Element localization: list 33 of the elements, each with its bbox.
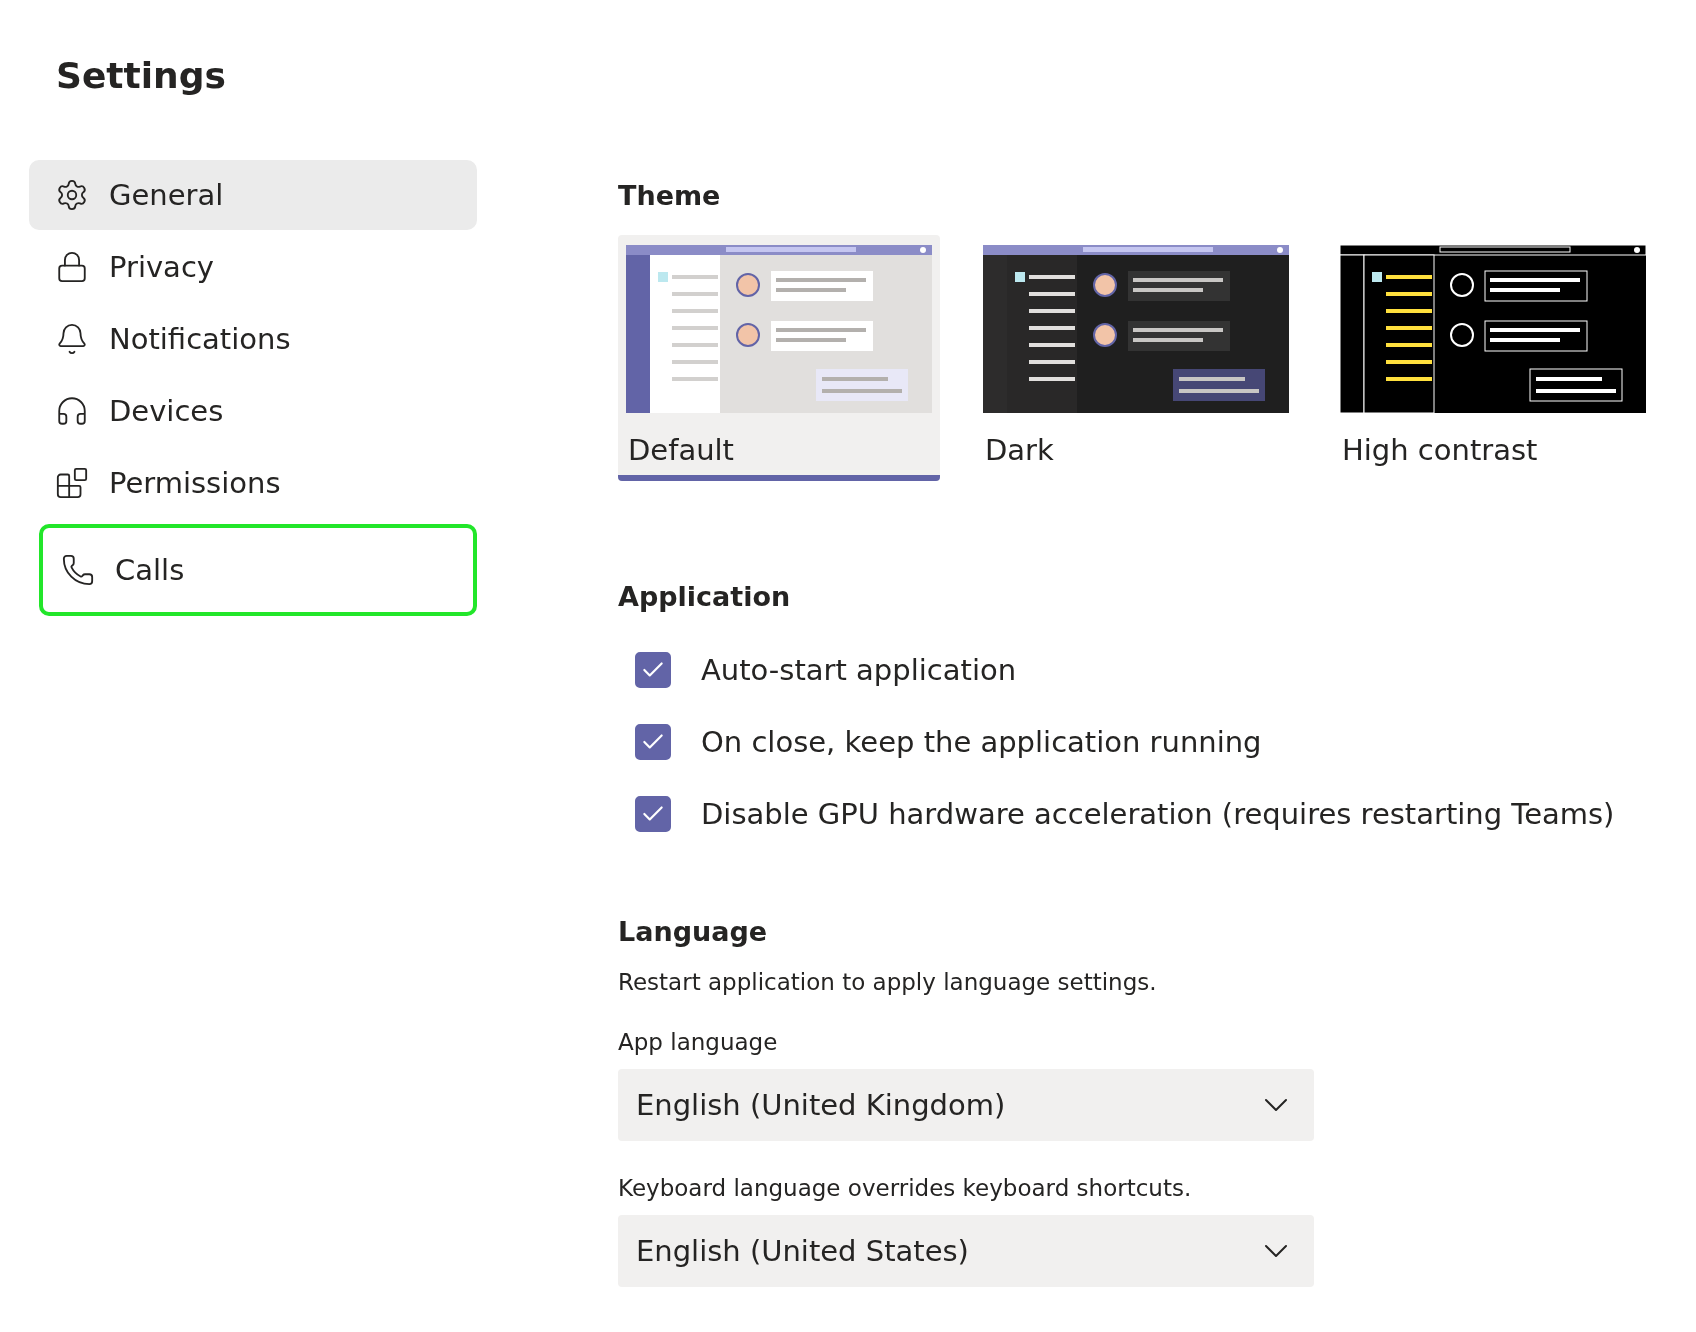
theme-option[interactable]: Default bbox=[618, 235, 940, 481]
sidebar-icon bbox=[55, 250, 89, 284]
checkbox[interactable] bbox=[635, 652, 671, 688]
checkbox[interactable] bbox=[635, 796, 671, 832]
section-heading: Language bbox=[618, 916, 769, 947]
sidebar-item[interactable]: Devices bbox=[29, 376, 477, 446]
sidebar-icon bbox=[55, 466, 89, 500]
section-heading: Theme bbox=[618, 180, 722, 211]
language-note: Restart application to apply language settings. bbox=[618, 969, 1158, 995]
checkbox[interactable] bbox=[635, 724, 671, 760]
checkbox-label: Disable GPU hardware acceleration (requires restarting Teams) bbox=[701, 797, 1615, 831]
sidebar-icon bbox=[55, 394, 89, 428]
page-title: Settings bbox=[56, 54, 227, 98]
sidebar-icon bbox=[61, 553, 95, 587]
sidebar-item[interactable]: Privacy bbox=[29, 232, 477, 302]
field-label: Keyboard language overrides keyboard shortcuts. bbox=[618, 1175, 1193, 1201]
theme-label: High contrast bbox=[1341, 432, 1539, 469]
theme-label: Dark bbox=[984, 432, 1055, 469]
checkbox-label: Auto-start application bbox=[701, 653, 1017, 687]
section-heading: Application bbox=[618, 581, 792, 612]
sidebar-item[interactable]: General bbox=[29, 160, 477, 230]
sidebar-item[interactable]: Permissions bbox=[29, 448, 477, 518]
theme-label: Default bbox=[627, 432, 735, 469]
sidebar-item[interactable]: Notifications bbox=[29, 304, 477, 374]
sidebar-item[interactable]: Calls bbox=[39, 524, 477, 616]
language-dropdown[interactable]: English (United States) bbox=[618, 1215, 1314, 1287]
theme-option[interactable]: High contrast bbox=[1332, 235, 1654, 481]
field-label: App language bbox=[618, 1029, 779, 1055]
checkbox-label: On close, keep the application running bbox=[701, 725, 1262, 759]
theme-option[interactable]: Dark bbox=[975, 235, 1297, 481]
sidebar-icon bbox=[55, 322, 89, 356]
language-dropdown[interactable]: English (United Kingdom) bbox=[618, 1069, 1314, 1141]
sidebar-icon bbox=[55, 178, 89, 212]
